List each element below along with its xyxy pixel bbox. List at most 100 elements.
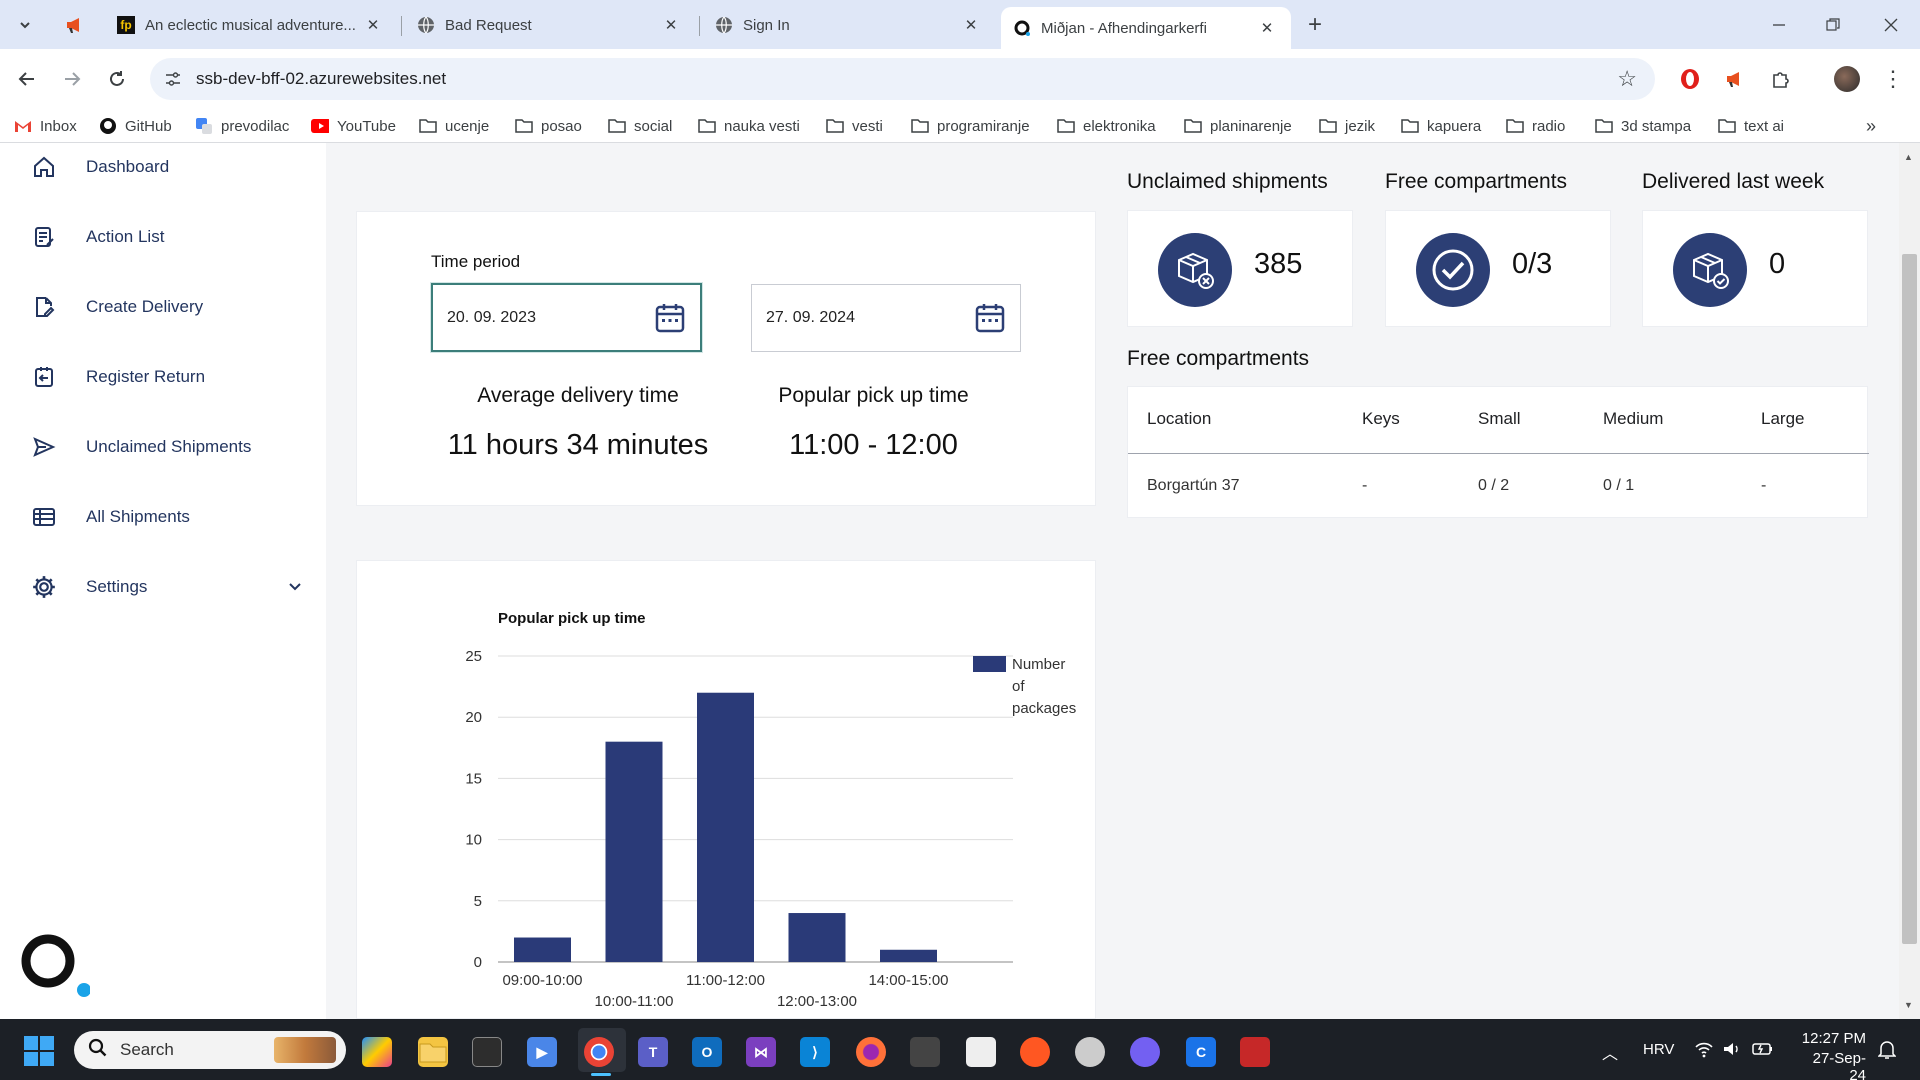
copilot-taskbar-icon[interactable] bbox=[362, 1037, 392, 1067]
tab-2[interactable]: Sign In ✕ bbox=[703, 8, 995, 42]
clock-date[interactable]: 27-Sep-24 bbox=[1796, 1050, 1866, 1080]
cell-medium: 0 / 1 bbox=[1603, 477, 1635, 494]
calendar-icon[interactable] bbox=[654, 302, 686, 339]
firefox-taskbar-icon[interactable] bbox=[856, 1037, 886, 1067]
vscode-taskbar-icon[interactable]: ⟩ bbox=[800, 1037, 830, 1067]
unclaimed-shipments-card[interactable]: 385 bbox=[1127, 210, 1353, 327]
bookmark-folder-elektronika[interactable]: elektronika bbox=[1057, 114, 1156, 138]
taskbar-search-box[interactable]: Search bbox=[74, 1031, 346, 1069]
restore-button[interactable] bbox=[1816, 8, 1850, 42]
notepad-taskbar-icon[interactable] bbox=[966, 1037, 996, 1067]
bookmark-inbox[interactable]: Inbox bbox=[14, 114, 77, 138]
new-tab-button[interactable]: + bbox=[1298, 8, 1332, 42]
date-from-field[interactable]: 20. 09. 2023 bbox=[431, 283, 702, 352]
github-icon bbox=[99, 118, 117, 134]
forward-button[interactable] bbox=[55, 62, 89, 96]
inkscape-taskbar-icon[interactable] bbox=[1075, 1037, 1105, 1067]
bookmark-folder-kapuera[interactable]: kapuera bbox=[1401, 114, 1481, 138]
date-to-field[interactable]: 27. 09. 2024 bbox=[751, 284, 1021, 352]
bookmark-folder-posao[interactable]: posao bbox=[515, 114, 582, 138]
bookmark-folder-social[interactable]: social bbox=[608, 114, 672, 138]
check-circle-icon bbox=[1416, 233, 1490, 307]
language-indicator[interactable]: HRV bbox=[1643, 1041, 1674, 1058]
app-taskbar-icon[interactable] bbox=[910, 1037, 940, 1067]
media-player-taskbar-icon[interactable]: ▶ bbox=[527, 1037, 557, 1067]
bookmark-github[interactable]: GitHub bbox=[99, 114, 172, 138]
back-button[interactable] bbox=[10, 62, 44, 96]
sidebar-item-register-return[interactable]: Register Return bbox=[0, 349, 326, 405]
delivered-last-week-card[interactable]: 0 bbox=[1642, 210, 1868, 327]
notification-bell-icon[interactable] bbox=[1877, 1040, 1897, 1065]
bookmark-folder-jezik[interactable]: jezik bbox=[1319, 114, 1375, 138]
bookmark-folder-3d-stampa[interactable]: 3d stampa bbox=[1595, 114, 1691, 138]
url-text[interactable]: ssb-dev-bff-02.azurewebsites.net bbox=[196, 69, 446, 89]
sidebar-item-unclaimed-shipments[interactable]: Unclaimed Shipments bbox=[0, 419, 326, 475]
address-bar[interactable]: ssb-dev-bff-02.azurewebsites.net ☆ bbox=[150, 58, 1655, 100]
minimize-icon bbox=[1773, 24, 1785, 26]
tab-0[interactable]: fp An eclectic musical adventure... ✕ bbox=[105, 8, 397, 42]
volume-icon[interactable] bbox=[1722, 1040, 1742, 1063]
opera-extension-icon[interactable] bbox=[1673, 62, 1707, 96]
visual-studio-taskbar-icon[interactable]: ⋈ bbox=[746, 1037, 776, 1067]
bookmark-folder-programiranje[interactable]: programiranje bbox=[911, 114, 1030, 138]
tab-3-active[interactable]: Miðjan - Afhendingarkerfi ✕ bbox=[1001, 7, 1291, 49]
bookmark-youtube[interactable]: YouTube bbox=[311, 114, 396, 138]
page-scrollbar-thumb[interactable] bbox=[1902, 254, 1917, 944]
sidebar-item-settings[interactable]: Settings bbox=[0, 559, 326, 615]
bookmarks-overflow-icon[interactable]: » bbox=[1866, 114, 1876, 138]
bookmark-folder-ucenje[interactable]: ucenje bbox=[419, 114, 489, 138]
close-icon[interactable]: ✕ bbox=[659, 13, 683, 37]
chrome-taskbar-icon[interactable] bbox=[584, 1037, 614, 1067]
battery-icon[interactable] bbox=[1752, 1041, 1774, 1062]
bookmark-folder-nauka-vesti[interactable]: nauka vesti bbox=[698, 114, 800, 138]
browser-menu-icon[interactable]: ⋮ bbox=[1876, 62, 1910, 96]
windows-start-icon[interactable] bbox=[24, 1036, 54, 1071]
tray-chevron-up-icon[interactable]: ︿ bbox=[1602, 1040, 1618, 1064]
c-app-taskbar-icon[interactable]: C bbox=[1186, 1037, 1216, 1067]
site-info-icon[interactable] bbox=[164, 71, 182, 87]
sidebar-item-action-list[interactable]: Action List bbox=[0, 209, 326, 265]
bookmark-folder-vesti[interactable]: vesti bbox=[826, 114, 883, 138]
teams-taskbar-icon[interactable]: T bbox=[638, 1037, 668, 1067]
extensions-puzzle-icon[interactable] bbox=[1764, 62, 1798, 96]
close-window-button[interactable] bbox=[1874, 8, 1908, 42]
avg-delivery-title: Average delivery time bbox=[477, 384, 679, 407]
viber-taskbar-icon[interactable] bbox=[1130, 1037, 1160, 1067]
wifi-icon[interactable] bbox=[1694, 1040, 1714, 1063]
outlook-taskbar-icon[interactable]: O bbox=[692, 1037, 722, 1067]
game-taskbar-icon[interactable] bbox=[1240, 1037, 1270, 1067]
bookmark-star-icon[interactable]: ☆ bbox=[1617, 68, 1637, 90]
terminal-taskbar-icon[interactable] bbox=[472, 1037, 502, 1067]
postman-taskbar-icon[interactable] bbox=[1020, 1037, 1050, 1067]
gmail-icon bbox=[14, 118, 32, 134]
calendar-icon[interactable] bbox=[974, 302, 1006, 339]
bookmark-folder-planinarenje[interactable]: planinarenje bbox=[1184, 114, 1292, 138]
date-from-value[interactable]: 20. 09. 2023 bbox=[447, 309, 536, 327]
bookmark-folder-text-ai[interactable]: text ai bbox=[1718, 114, 1784, 138]
scroll-up-arrow-icon[interactable]: ▲ bbox=[1904, 152, 1913, 162]
file-explorer-taskbar-icon[interactable] bbox=[418, 1037, 448, 1067]
extension-pinned-icon[interactable] bbox=[58, 8, 92, 42]
megaphone-extension-icon[interactable] bbox=[1718, 62, 1752, 96]
minimize-button[interactable] bbox=[1762, 8, 1796, 42]
free-compartments-card[interactable]: 0/3 bbox=[1385, 210, 1611, 327]
bookmark-prevodilac[interactable]: prevodilac bbox=[195, 114, 289, 138]
profile-avatar[interactable] bbox=[1830, 62, 1864, 96]
date-to-value[interactable]: 27. 09. 2024 bbox=[766, 309, 855, 327]
close-icon[interactable]: ✕ bbox=[1255, 16, 1279, 40]
scroll-down-arrow-icon[interactable]: ▼ bbox=[1904, 1000, 1913, 1010]
sidebar-item-dashboard[interactable]: Dashboard bbox=[0, 143, 326, 191]
sidebar-item-all-shipments[interactable]: All Shipments bbox=[0, 489, 326, 545]
close-icon[interactable]: ✕ bbox=[959, 13, 983, 37]
chevron-down-icon[interactable] bbox=[288, 577, 302, 597]
sidebar-item-create-delivery[interactable]: Create Delivery bbox=[0, 279, 326, 335]
close-icon[interactable]: ✕ bbox=[361, 13, 385, 37]
reload-button[interactable] bbox=[100, 62, 134, 96]
sidebar-item-label: Register Return bbox=[86, 367, 206, 386]
bookmark-folder-radio[interactable]: radio bbox=[1506, 114, 1565, 138]
column-header-small: Small bbox=[1478, 409, 1521, 428]
clock-time[interactable]: 12:27 PM bbox=[1796, 1030, 1866, 1047]
y-tick-label: 20 bbox=[465, 709, 482, 726]
tab-1[interactable]: Bad Request ✕ bbox=[405, 8, 695, 42]
tab-search-button[interactable] bbox=[8, 8, 42, 42]
